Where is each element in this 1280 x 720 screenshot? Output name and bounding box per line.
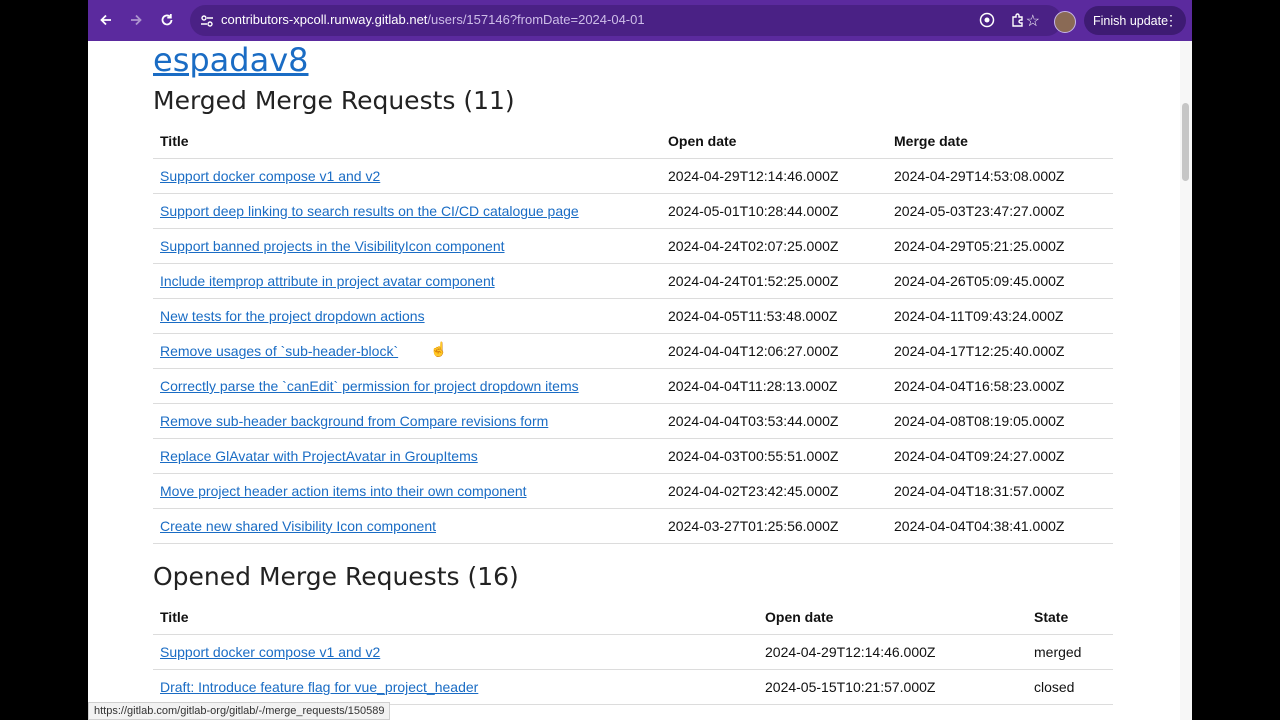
merge-request-link[interactable]: New tests for the project dropdown actio…: [160, 308, 425, 324]
col-open-date: Open date: [661, 124, 887, 159]
col-title: Title: [153, 124, 661, 159]
state-cell: closed: [1027, 669, 1113, 705]
col-merge-date: Merge date: [887, 124, 1113, 159]
table-row: Create new shared Visibility Icon compon…: [153, 508, 1113, 544]
merge-request-link[interactable]: Support docker compose v1 and v2: [160, 644, 380, 660]
page-scrollbar[interactable]: [1180, 41, 1192, 720]
title-cell: Include itemprop attribute in project av…: [153, 263, 661, 299]
merge-request-link[interactable]: Replace GlAvatar with ProjectAvatar in G…: [160, 448, 478, 464]
title-cell: Support deep linking to search results o…: [153, 193, 661, 229]
merged-header-row: Title Open date Merge date: [153, 124, 1113, 159]
table-row: Replace GlAvatar with ProjectAvatar in G…: [153, 438, 1113, 474]
forward-arrow-icon[interactable]: [124, 8, 148, 32]
title-cell: Support docker compose v1 and v2: [153, 634, 758, 670]
merge-request-link[interactable]: Create new shared Visibility Icon compon…: [160, 518, 436, 534]
open-date-cell: 2024-04-04T12:06:27.000Z: [661, 333, 887, 369]
url-host: contributors-xpcoll.runway.gitlab.net: [221, 12, 428, 27]
title-cell: Remove usages of `sub-header-block`: [153, 333, 661, 369]
puzzle-piece-icon[interactable]: [1008, 10, 1028, 30]
open-date-cell: 2024-04-29T12:14:46.000Z: [661, 158, 887, 194]
browser-window: contributors-xpcoll.runway.gitlab.net/us…: [88, 0, 1192, 720]
title-cell: Support docker compose v1 and v2: [153, 158, 661, 194]
merge-request-link[interactable]: Draft: Introduce feature flag for vue_pr…: [160, 679, 478, 695]
table-row: Correctly parse the `canEdit` permission…: [153, 368, 1113, 404]
merged-heading: Merged Merge Requests (11): [153, 86, 515, 115]
merge-request-link[interactable]: Include itemprop attribute in project av…: [160, 273, 495, 289]
open-date-cell: 2024-04-29T12:14:46.000Z: [758, 634, 1027, 670]
table-row: Move project header action items into th…: [153, 473, 1113, 509]
merge-date-cell: 2024-05-03T23:47:27.000Z: [887, 193, 1113, 229]
table-row: Support deep linking to search results o…: [153, 193, 1113, 229]
col-state: State: [1027, 600, 1113, 635]
url-text: contributors-xpcoll.runway.gitlab.net/us…: [221, 12, 645, 27]
address-bar[interactable]: contributors-xpcoll.runway.gitlab.net/us…: [190, 5, 1062, 36]
merge-date-cell: 2024-04-29T05:21:25.000Z: [887, 228, 1113, 264]
merge-request-link[interactable]: Support docker compose v1 and v2: [160, 168, 380, 184]
merge-request-link[interactable]: Correctly parse the `canEdit` permission…: [160, 378, 579, 394]
scrollbar-thumb[interactable]: [1182, 103, 1189, 181]
col-title: Title: [153, 600, 758, 635]
merge-request-link[interactable]: Support deep linking to search results o…: [160, 203, 579, 219]
table-row: New tests for the project dropdown actio…: [153, 298, 1113, 334]
merge-request-link[interactable]: Support banned projects in the Visibilit…: [160, 238, 505, 254]
username-link[interactable]: espadav8: [153, 41, 309, 79]
merge-date-cell: 2024-04-04T04:38:41.000Z: [887, 508, 1113, 544]
opened-table: Title Open date State Support docker com…: [153, 600, 1113, 705]
title-cell: Create new shared Visibility Icon compon…: [153, 508, 661, 544]
title-cell: New tests for the project dropdown actio…: [153, 298, 661, 334]
merge-date-cell: 2024-04-11T09:43:24.000Z: [887, 298, 1113, 334]
menu-dots-icon[interactable]: ⋮: [1164, 12, 1178, 28]
merge-date-cell: 2024-04-04T16:58:23.000Z: [887, 368, 1113, 404]
title-cell: Move project header action items into th…: [153, 473, 661, 509]
title-cell: Remove sub-header background from Compar…: [153, 403, 661, 439]
col-open-date: Open date: [758, 600, 1027, 635]
url-path: /users/157146?fromDate=2024-04-01: [427, 12, 645, 27]
link-status-bar: https://gitlab.com/gitlab-org/gitlab/-/m…: [88, 702, 391, 720]
open-date-cell: 2024-04-05T11:53:48.000Z: [661, 298, 887, 334]
opened-heading: Opened Merge Requests (16): [153, 562, 519, 591]
merged-table: Title Open date Merge date Support docke…: [153, 124, 1113, 544]
merge-date-cell: 2024-04-04T18:31:57.000Z: [887, 473, 1113, 509]
merge-date-cell: 2024-04-08T08:19:05.000Z: [887, 403, 1113, 439]
table-row: Include itemprop attribute in project av…: [153, 263, 1113, 299]
finish-update-button[interactable]: Finish update ⋮: [1084, 6, 1186, 35]
table-row: Support banned projects in the Visibilit…: [153, 228, 1113, 264]
browser-toolbar: contributors-xpcoll.runway.gitlab.net/us…: [88, 0, 1192, 41]
open-date-cell: 2024-04-04T11:28:13.000Z: [661, 368, 887, 404]
site-info-icon[interactable]: [198, 12, 216, 30]
title-cell: Draft: Introduce feature flag for vue_pr…: [153, 669, 758, 705]
merge-date-cell: 2024-04-26T05:09:45.000Z: [887, 263, 1113, 299]
open-date-cell: 2024-04-24T01:52:25.000Z: [661, 263, 887, 299]
table-row: Remove usages of `sub-header-block` 2024-…: [153, 333, 1113, 369]
title-cell: Correctly parse the `canEdit` permission…: [153, 368, 661, 404]
back-arrow-icon[interactable]: [94, 8, 118, 32]
merge-request-link[interactable]: Remove usages of `sub-header-block`: [160, 343, 398, 359]
merge-date-cell: 2024-04-17T12:25:40.000Z: [887, 333, 1113, 369]
table-row: Support docker compose v1 and v2 2024-04-…: [153, 158, 1113, 194]
table-row: Draft: Introduce feature flag for vue_pr…: [153, 669, 1113, 705]
open-date-cell: 2024-04-24T02:07:25.000Z: [661, 228, 887, 264]
table-row: Support docker compose v1 and v2 2024-04-…: [153, 634, 1113, 670]
open-date-cell: 2024-03-27T01:25:56.000Z: [661, 508, 887, 544]
reload-icon[interactable]: [155, 8, 179, 32]
merge-request-link[interactable]: Remove sub-header background from Compar…: [160, 413, 548, 429]
merge-date-cell: 2024-04-04T09:24:27.000Z: [887, 438, 1113, 474]
open-date-cell: 2024-04-04T03:53:44.000Z: [661, 403, 887, 439]
profile-avatar[interactable]: [1054, 11, 1076, 33]
hand-cursor-icon: ☝: [430, 341, 448, 357]
table-row: Remove sub-header background from Compar…: [153, 403, 1113, 439]
open-date-cell: 2024-05-15T10:21:57.000Z: [758, 669, 1027, 705]
opened-header-row: Title Open date State: [153, 600, 1113, 635]
merge-request-link[interactable]: Move project header action items into th…: [160, 483, 527, 499]
title-cell: Replace GlAvatar with ProjectAvatar in G…: [153, 438, 661, 474]
title-cell: Support banned projects in the Visibilit…: [153, 228, 661, 264]
open-date-cell: 2024-04-03T00:55:51.000Z: [661, 438, 887, 474]
page-content: espadav8 Merged Merge Requests (11) Titl…: [88, 41, 1192, 720]
extension-icon[interactable]: [977, 10, 997, 30]
open-date-cell: 2024-04-02T23:42:45.000Z: [661, 473, 887, 509]
open-date-cell: 2024-05-01T10:28:44.000Z: [661, 193, 887, 229]
finish-update-label: Finish update: [1093, 13, 1169, 28]
merge-date-cell: 2024-04-29T14:53:08.000Z: [887, 158, 1113, 194]
state-cell: merged: [1027, 634, 1113, 670]
